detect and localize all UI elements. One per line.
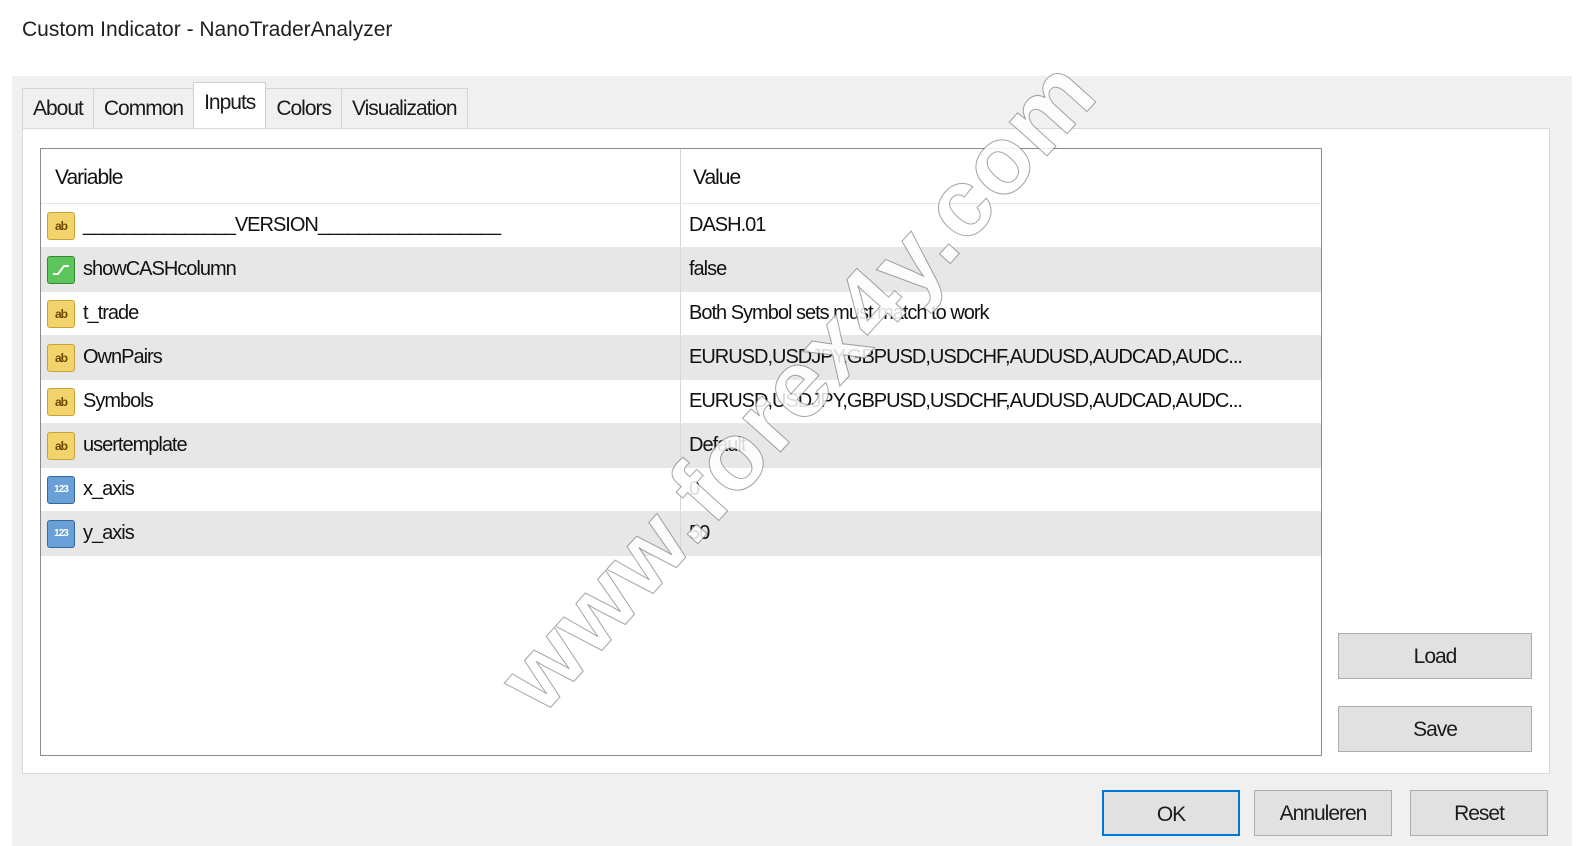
table-row[interactable]: ab usertemplate Default	[41, 424, 1321, 468]
table-row[interactable]: 123 y_axis 50	[41, 512, 1321, 556]
table-row[interactable]: ab Symbols EURUSD,USDJPY,GBPUSD,USDCHF,A…	[41, 380, 1321, 424]
reset-button[interactable]: Reset	[1410, 790, 1548, 836]
variable-cell: ab _______________VERSION_______________…	[41, 204, 681, 247]
value-cell[interactable]: EURUSD,USDJPY,GBPUSD,USDCHF,AUDUSD,AUDCA…	[681, 380, 1321, 423]
tab-colors[interactable]: Colors	[265, 88, 342, 128]
dialog-window: Custom Indicator - NanoTraderAnalyzer Ab…	[0, 0, 1594, 846]
cancel-button[interactable]: Annuleren	[1254, 790, 1392, 836]
variable-name: _______________VERSION__________________	[83, 214, 501, 236]
table-row[interactable]: 123 x_axis 0	[41, 468, 1321, 512]
string-type-icon: ab	[47, 211, 75, 240]
value-cell[interactable]: Both Symbol sets must match to work	[681, 292, 1321, 335]
tab-inputs[interactable]: Inputs	[193, 82, 267, 128]
tab-about[interactable]: About	[22, 88, 94, 128]
inputs-grid: Variable Value ab _______________VERSION…	[40, 148, 1322, 756]
number-type-icon: 123	[47, 519, 75, 548]
variable-cell: ab t_trade	[41, 292, 681, 335]
bool-type-icon	[47, 255, 75, 284]
value-cell[interactable]: false	[681, 248, 1321, 291]
column-header-value[interactable]: Value	[681, 149, 1321, 203]
table-row[interactable]: ab OwnPairs EURUSD,USDJPY,GBPUSD,USDCHF,…	[41, 336, 1321, 380]
load-button[interactable]: Load	[1338, 633, 1532, 679]
variable-cell: ab Symbols	[41, 380, 681, 423]
grid-header: Variable Value	[41, 149, 1321, 204]
value-cell[interactable]: EURUSD,USDJPY,GBPUSD,USDCHF,AUDUSD,AUDCA…	[681, 336, 1321, 379]
string-type-icon: ab	[47, 431, 75, 460]
value-cell[interactable]: Default	[681, 424, 1321, 467]
variable-name: OwnPairs	[83, 346, 163, 368]
string-type-icon: ab	[47, 387, 75, 416]
variable-cell: 123 y_axis	[41, 512, 681, 555]
string-type-icon: ab	[47, 343, 75, 372]
value-cell[interactable]: 0	[681, 468, 1321, 511]
ok-button[interactable]: OK	[1102, 790, 1240, 836]
save-button[interactable]: Save	[1338, 706, 1532, 752]
tab-common[interactable]: Common	[92, 88, 195, 128]
string-type-icon: ab	[47, 299, 75, 328]
variable-name: usertemplate	[83, 434, 188, 456]
variable-name: x_axis	[83, 478, 135, 500]
variable-name: Symbols	[83, 390, 154, 412]
table-row[interactable]: ab t_trade Both Symbol sets must match t…	[41, 292, 1321, 336]
variable-cell: showCASHcolumn	[41, 248, 681, 291]
tab-bar: About Common Inputs Colors Visualization	[22, 82, 468, 128]
table-row[interactable]: ab _______________VERSION_______________…	[41, 204, 1321, 248]
variable-name: showCASHcolumn	[83, 258, 237, 280]
window-title: Custom Indicator - NanoTraderAnalyzer	[22, 18, 393, 41]
column-header-variable[interactable]: Variable	[41, 149, 681, 203]
value-cell[interactable]: DASH.01	[681, 204, 1321, 247]
number-type-icon: 123	[47, 475, 75, 504]
table-row[interactable]: showCASHcolumn false	[41, 248, 1321, 292]
variable-cell: ab OwnPairs	[41, 336, 681, 379]
value-cell[interactable]: 50	[681, 512, 1321, 555]
variable-cell: 123 x_axis	[41, 468, 681, 511]
variable-cell: ab usertemplate	[41, 424, 681, 467]
variable-name: t_trade	[83, 302, 139, 324]
variable-name: y_axis	[83, 522, 135, 544]
tab-visualization[interactable]: Visualization	[341, 88, 468, 128]
